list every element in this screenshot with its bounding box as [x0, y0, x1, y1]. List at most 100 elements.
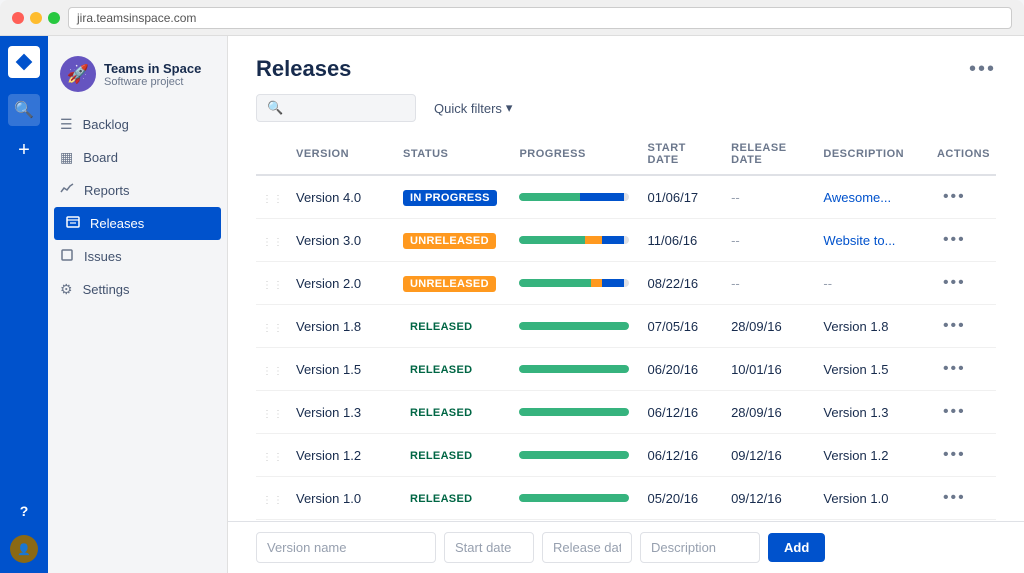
- status-cell: RELEASED: [397, 305, 513, 348]
- quick-filters-button[interactable]: Quick filters ▾: [426, 95, 520, 121]
- drag-handle[interactable]: ⋮⋮: [256, 348, 290, 391]
- row-actions-button[interactable]: •••: [937, 358, 972, 380]
- rail-search-icon[interactable]: 🔍: [8, 94, 40, 126]
- status-badge: UNRELEASED: [403, 233, 496, 249]
- logo-icon[interactable]: [8, 46, 40, 78]
- status-cell: RELEASED: [397, 348, 513, 391]
- drag-handle-icon[interactable]: ⋮⋮: [262, 452, 284, 463]
- version-cell: Version 1.8: [290, 305, 397, 348]
- sidebar-item-issues[interactable]: Issues: [48, 240, 227, 273]
- issues-label: Issues: [84, 249, 122, 264]
- backlog-icon: ☰: [60, 116, 73, 133]
- drag-handle-icon[interactable]: ⋮⋮: [262, 495, 284, 506]
- progress-cell: [513, 477, 641, 520]
- release-date-cell: --: [725, 175, 817, 219]
- drag-handle[interactable]: ⋮⋮: [256, 434, 290, 477]
- drag-handle[interactable]: ⋮⋮: [256, 219, 290, 262]
- sidebar: 🚀 Teams in Space Software project ☰ Back…: [48, 36, 228, 573]
- user-avatar[interactable]: 👤: [10, 535, 38, 563]
- start-date-cell: 06/12/16: [642, 391, 726, 434]
- row-actions-button[interactable]: •••: [937, 229, 972, 251]
- description-cell: Website to...: [817, 219, 931, 262]
- sidebar-item-releases[interactable]: Releases: [54, 207, 221, 240]
- start-date-cell: 08/22/16: [642, 262, 726, 305]
- close-traffic-light[interactable]: [12, 12, 24, 24]
- drag-handle-icon[interactable]: ⋮⋮: [262, 194, 284, 205]
- status-cell: RELEASED: [397, 434, 513, 477]
- rail-help-icon[interactable]: ?: [8, 495, 40, 527]
- actions-cell: •••: [931, 305, 996, 348]
- col-startdate-header: Start date: [642, 134, 726, 175]
- description-cell: Version 1.3: [817, 391, 931, 434]
- drag-handle-icon[interactable]: ⋮⋮: [262, 409, 284, 420]
- sidebar-item-board[interactable]: ▦ Board: [48, 141, 227, 174]
- drag-handle[interactable]: ⋮⋮: [256, 391, 290, 434]
- backlog-label: Backlog: [83, 117, 129, 132]
- start-date-input[interactable]: [444, 532, 534, 563]
- drag-handle-icon[interactable]: ⋮⋮: [262, 280, 284, 291]
- status-cell: UNRELEASED: [397, 262, 513, 305]
- actions-cell: •••: [931, 175, 996, 219]
- release-date-cell: 09/12/16: [725, 434, 817, 477]
- maximize-traffic-light[interactable]: [48, 12, 60, 24]
- row-actions-button[interactable]: •••: [937, 401, 972, 423]
- progress-cell: [513, 348, 641, 391]
- drag-handle-icon[interactable]: ⋮⋮: [262, 323, 284, 334]
- description-input[interactable]: [640, 532, 760, 563]
- row-actions-button[interactable]: •••: [937, 444, 972, 466]
- drag-handle[interactable]: ⋮⋮: [256, 477, 290, 520]
- progress-cell: [513, 262, 641, 305]
- progress-segment-yellow: [585, 236, 602, 244]
- table-row: ⋮⋮Version 2.0UNRELEASED08/22/16----•••: [256, 262, 996, 305]
- search-input[interactable]: [289, 101, 389, 116]
- version-name-input[interactable]: [256, 532, 436, 563]
- actions-cell: •••: [931, 477, 996, 520]
- sidebar-item-reports[interactable]: Reports: [48, 174, 227, 207]
- progress-cell: [513, 305, 641, 348]
- version-cell: Version 1.2: [290, 434, 397, 477]
- sidebar-item-settings[interactable]: ⚙ Settings: [48, 273, 227, 306]
- col-drag: [256, 134, 290, 175]
- drag-handle-icon[interactable]: ⋮⋮: [262, 366, 284, 377]
- row-actions-button[interactable]: •••: [937, 487, 972, 509]
- releases-table-container: Version Status Progress Start date Relea…: [228, 134, 1024, 521]
- drag-handle[interactable]: ⋮⋮: [256, 305, 290, 348]
- version-cell: Version 1.3: [290, 391, 397, 434]
- drag-handle-icon[interactable]: ⋮⋮: [262, 237, 284, 248]
- status-badge: UNRELEASED: [403, 276, 496, 292]
- release-date-cell: 09/12/16: [725, 477, 817, 520]
- more-options-button[interactable]: •••: [969, 58, 996, 81]
- url-bar[interactable]: jira.teamsinspace.com: [68, 7, 1012, 29]
- col-status-header: Status: [397, 134, 513, 175]
- add-button[interactable]: Add: [768, 533, 825, 562]
- row-actions-button[interactable]: •••: [937, 315, 972, 337]
- project-avatar: 🚀: [60, 56, 96, 92]
- progress-bar: [519, 365, 629, 373]
- status-cell: RELEASED: [397, 391, 513, 434]
- start-date-cell: 06/12/16: [642, 434, 726, 477]
- row-actions-button[interactable]: •••: [937, 272, 972, 294]
- actions-cell: •••: [931, 434, 996, 477]
- table-row: ⋮⋮Version 1.3RELEASED06/12/1628/09/16Ver…: [256, 391, 996, 434]
- progress-bar: [519, 408, 629, 416]
- status-cell: UNRELEASED: [397, 219, 513, 262]
- reports-label: Reports: [84, 183, 130, 198]
- progress-segment-inprog: [580, 193, 624, 201]
- description-cell: --: [817, 262, 931, 305]
- search-box[interactable]: 🔍: [256, 94, 416, 122]
- minimize-traffic-light[interactable]: [30, 12, 42, 24]
- description-cell: Version 1.0: [817, 477, 931, 520]
- rail-create-icon[interactable]: +: [8, 134, 40, 166]
- table-header-row: Version Status Progress Start date Relea…: [256, 134, 996, 175]
- sidebar-item-backlog[interactable]: ☰ Backlog: [48, 108, 227, 141]
- release-date-input[interactable]: [542, 532, 632, 563]
- page-header: Releases •••: [228, 36, 1024, 94]
- project-info: Teams in Space Software project: [104, 61, 201, 88]
- row-actions-button[interactable]: •••: [937, 186, 972, 208]
- progress-segment-done: [519, 365, 629, 373]
- settings-icon: ⚙: [60, 281, 73, 298]
- progress-bar: [519, 193, 629, 201]
- drag-handle[interactable]: ⋮⋮: [256, 262, 290, 305]
- drag-handle[interactable]: ⋮⋮: [256, 175, 290, 219]
- table-row: ⋮⋮Version 3.0UNRELEASED11/06/16--Website…: [256, 219, 996, 262]
